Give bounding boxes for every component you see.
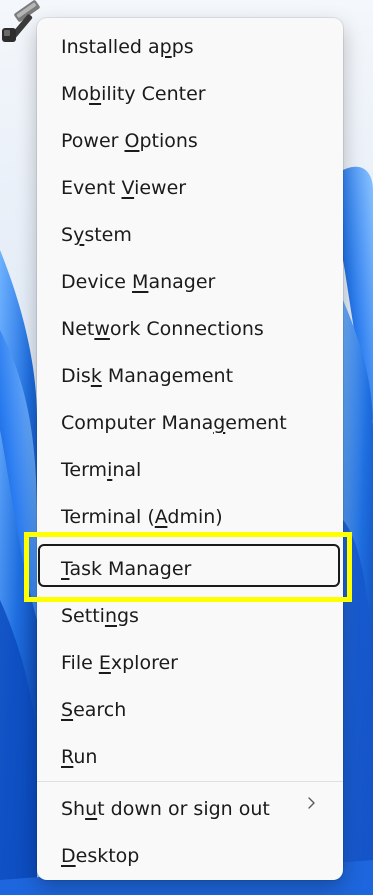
menu-item-computer-management[interactable]: Computer Management	[61, 411, 287, 435]
menu-item-file-explorer[interactable]: File Explorer	[61, 651, 178, 675]
menu-separator	[37, 781, 343, 782]
menu-item-event-viewer[interactable]: Event Viewer	[61, 176, 186, 200]
menu-item-network-connections[interactable]: Network Connections	[61, 317, 264, 341]
menu-item-power-options[interactable]: Power Options	[61, 129, 198, 153]
menu-item-shut-down-or-sign-out[interactable]: Shut down or sign out	[61, 797, 270, 821]
menu-item-settings[interactable]: Settings	[61, 604, 139, 628]
winx-context-menu: Installed apps Mobility Center Power Opt…	[37, 18, 343, 880]
menu-item-terminal-admin[interactable]: Terminal (Admin)	[61, 505, 223, 529]
chevron-right-icon	[308, 797, 315, 809]
menu-item-installed-apps[interactable]: Installed apps	[61, 35, 194, 59]
menu-item-device-manager[interactable]: Device Manager	[61, 270, 215, 294]
menu-item-desktop[interactable]: Desktop	[61, 844, 139, 868]
menu-item-mobility-center[interactable]: Mobility Center	[61, 82, 206, 106]
menu-item-search[interactable]: Search	[61, 698, 126, 722]
menu-item-terminal[interactable]: Terminal	[61, 458, 141, 482]
menu-item-run[interactable]: Run	[61, 745, 97, 769]
menu-item-task-manager[interactable]: Task Manager	[61, 557, 191, 581]
hammer-repair-icon	[2, 0, 40, 42]
menu-item-system[interactable]: System	[61, 223, 132, 247]
menu-item-disk-management[interactable]: Disk Management	[61, 364, 233, 388]
